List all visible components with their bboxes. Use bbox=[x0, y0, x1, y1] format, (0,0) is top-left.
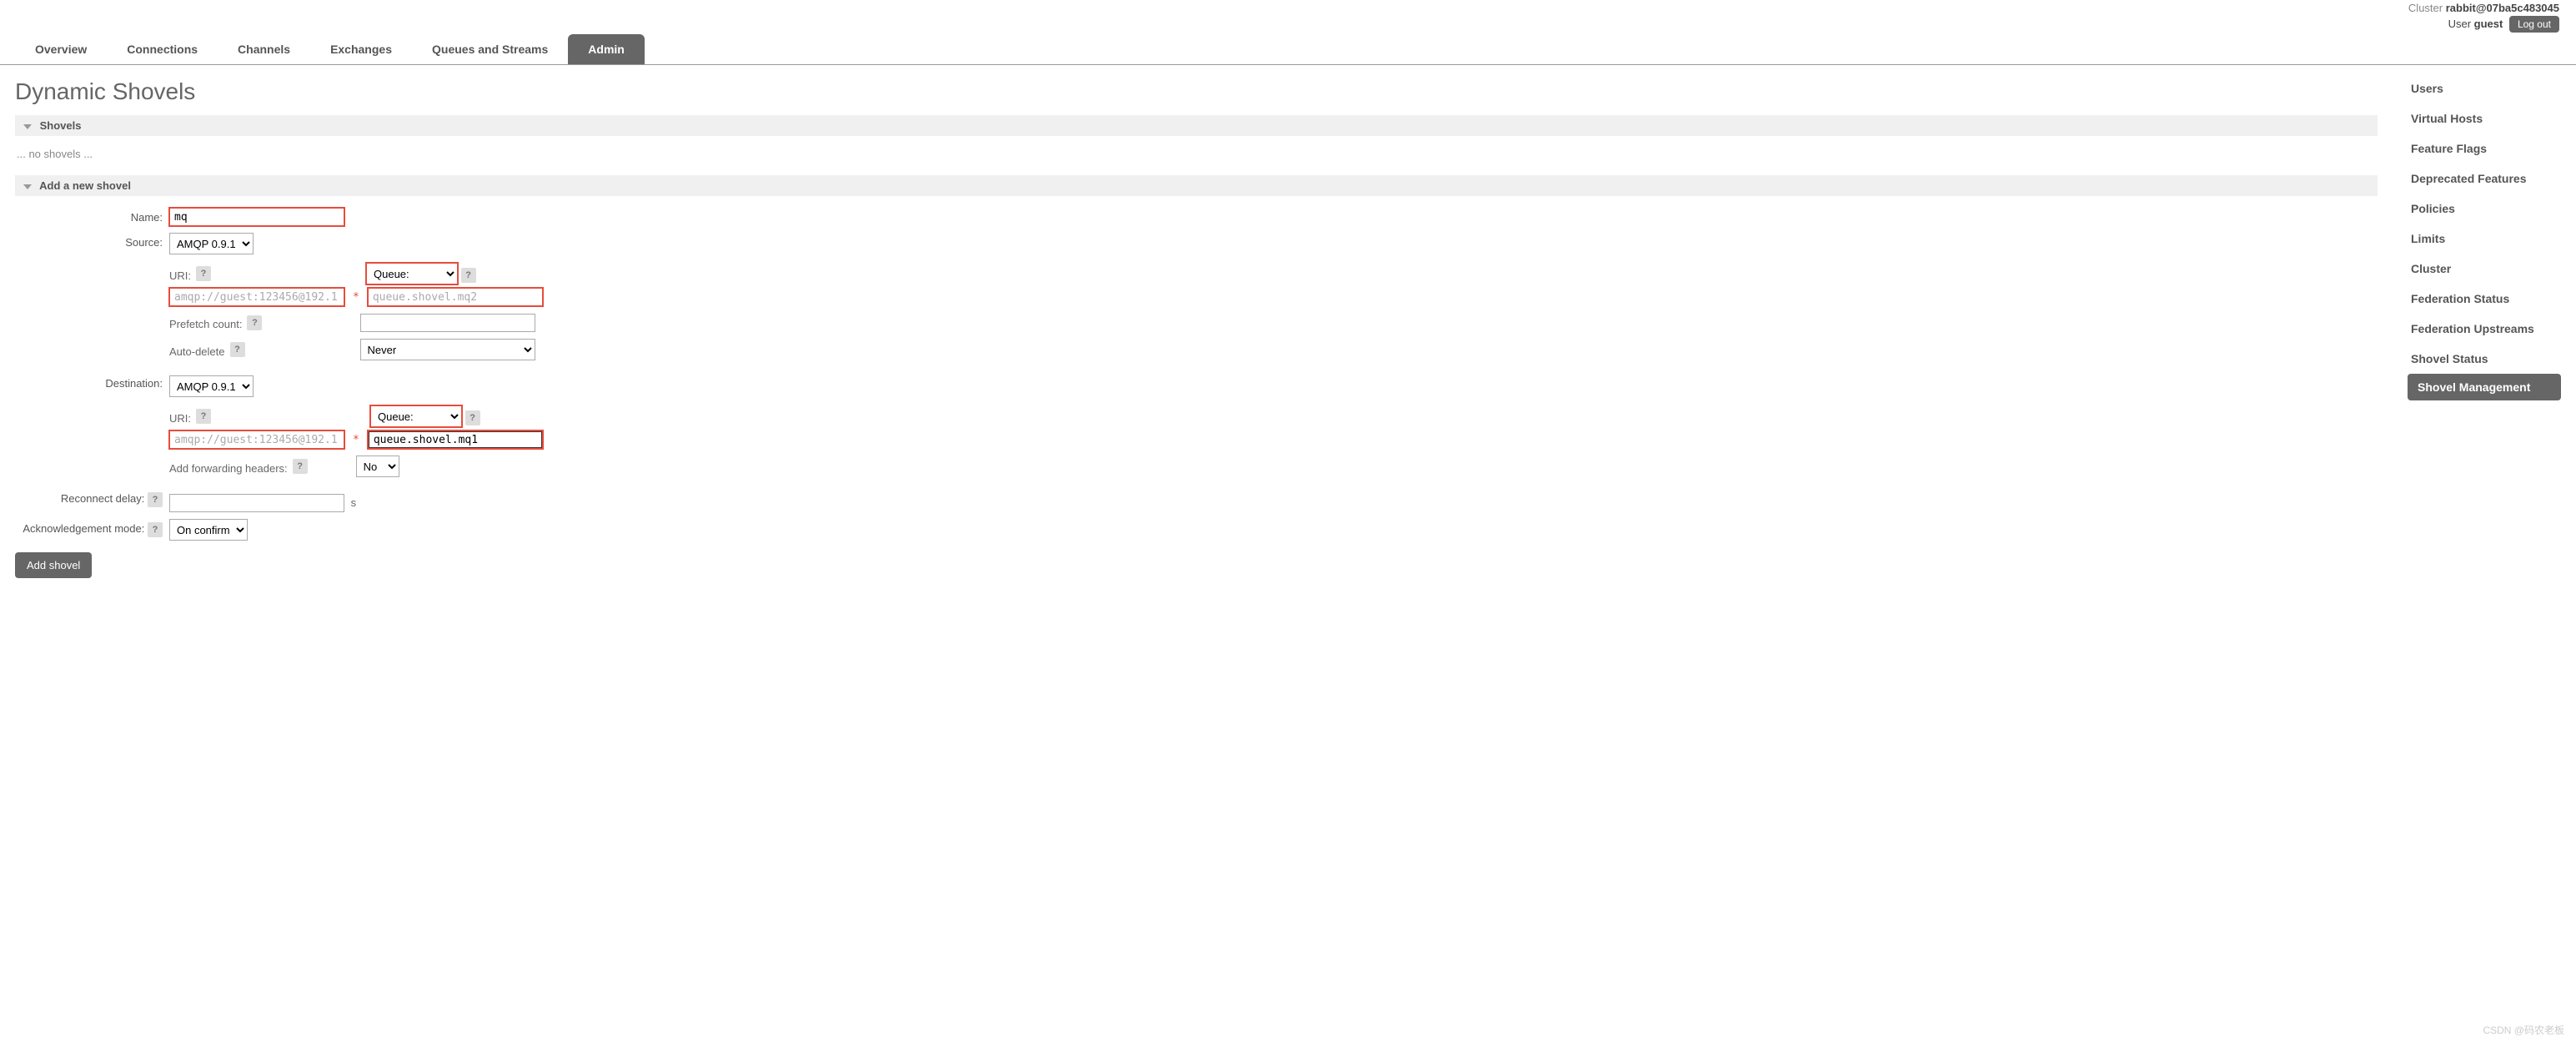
name-input[interactable] bbox=[169, 208, 344, 226]
help-icon[interactable]: ? bbox=[461, 268, 476, 283]
dest-protocol-select[interactable]: AMQP 0.9.1 bbox=[169, 375, 254, 397]
cluster-label: Cluster bbox=[2408, 2, 2443, 14]
ack-label: Acknowledgement mode: ? bbox=[15, 516, 169, 544]
reconnect-unit: s bbox=[351, 496, 357, 509]
help-icon[interactable]: ? bbox=[196, 409, 211, 424]
dest-uri-label: URI: bbox=[169, 407, 191, 426]
dest-target-input[interactable] bbox=[368, 430, 543, 449]
source-label: Source: bbox=[15, 229, 169, 367]
tab-queues[interactable]: Queues and Streams bbox=[412, 34, 568, 64]
user-line: User guest Log out bbox=[17, 16, 2559, 33]
prefetch-label: Prefetch count: bbox=[169, 313, 242, 332]
reconnect-label: Reconnect delay: ? bbox=[15, 484, 169, 516]
shovel-form: Name: Source: AMQP 0.9.1 URI: ? bbox=[15, 204, 548, 544]
tab-channels[interactable]: Channels bbox=[218, 34, 310, 64]
tab-admin[interactable]: Admin bbox=[568, 34, 645, 64]
sidebar-item-federation-upstreams[interactable]: Federation Upstreams bbox=[2408, 314, 2561, 344]
ack-select[interactable]: On confirm bbox=[169, 519, 248, 541]
page-title: Dynamic Shovels bbox=[15, 78, 2378, 105]
dest-target-type-select[interactable]: Queue: bbox=[370, 405, 462, 427]
watermark: CSDN @码农老板 bbox=[2483, 1023, 2564, 1037]
source-target-input[interactable] bbox=[368, 288, 543, 306]
sidebar-item-shovel-management[interactable]: Shovel Management bbox=[2408, 374, 2561, 400]
section-shovels[interactable]: Shovels bbox=[15, 115, 2378, 136]
mandatory-mark: * bbox=[349, 434, 363, 446]
help-icon[interactable]: ? bbox=[148, 522, 163, 537]
user-label: User bbox=[2448, 18, 2471, 30]
autodelete-select[interactable]: Never bbox=[360, 339, 535, 360]
chevron-down-icon bbox=[23, 184, 32, 189]
cluster-line: Cluster rabbit@07ba5c483045 bbox=[17, 2, 2559, 14]
cluster-name: rabbit@07ba5c483045 bbox=[2446, 2, 2559, 14]
source-uri-label: URI: bbox=[169, 264, 191, 284]
sidebar-item-vhosts[interactable]: Virtual Hosts bbox=[2408, 103, 2561, 133]
help-icon[interactable]: ? bbox=[148, 492, 163, 507]
sidebar-item-feature-flags[interactable]: Feature Flags bbox=[2408, 133, 2561, 164]
admin-sidebar: Users Virtual Hosts Feature Flags Deprec… bbox=[2393, 65, 2576, 409]
main-tabs: Overview Connections Channels Exchanges … bbox=[0, 34, 2576, 65]
dest-uri-input[interactable] bbox=[169, 430, 344, 449]
forward-label: Add forwarding headers: bbox=[169, 457, 288, 476]
source-uri-input[interactable] bbox=[169, 288, 344, 306]
dest-label: Destination: bbox=[15, 367, 169, 484]
sidebar-item-deprecated[interactable]: Deprecated Features bbox=[2408, 164, 2561, 194]
header-top: Cluster rabbit@07ba5c483045 User guest L… bbox=[0, 0, 2576, 34]
sidebar-item-policies[interactable]: Policies bbox=[2408, 194, 2561, 224]
help-icon[interactable]: ? bbox=[230, 342, 245, 357]
autodelete-label: Auto-delete bbox=[169, 340, 225, 360]
sidebar-item-shovel-status[interactable]: Shovel Status bbox=[2408, 344, 2561, 374]
prefetch-input[interactable] bbox=[360, 314, 535, 332]
source-target-type-select[interactable]: Queue: bbox=[366, 263, 458, 284]
chevron-down-icon bbox=[23, 124, 32, 129]
sidebar-item-federation-status[interactable]: Federation Status bbox=[2408, 284, 2561, 314]
help-icon[interactable]: ? bbox=[196, 266, 211, 281]
name-label: Name: bbox=[15, 204, 169, 229]
main-content: Dynamic Shovels Shovels ... no shovels .… bbox=[0, 65, 2393, 585]
sidebar-item-cluster[interactable]: Cluster bbox=[2408, 254, 2561, 284]
forward-select[interactable]: No bbox=[356, 456, 399, 477]
reconnect-input[interactable] bbox=[169, 494, 344, 512]
tab-connections[interactable]: Connections bbox=[107, 34, 218, 64]
section-add-label: Add a new shovel bbox=[39, 179, 131, 192]
help-icon[interactable]: ? bbox=[293, 459, 308, 474]
section-shovels-label: Shovels bbox=[40, 119, 82, 132]
tab-exchanges[interactable]: Exchanges bbox=[310, 34, 412, 64]
help-icon[interactable]: ? bbox=[247, 315, 262, 330]
tab-overview[interactable]: Overview bbox=[15, 34, 107, 64]
user-name: guest bbox=[2474, 18, 2503, 30]
no-shovels-text: ... no shovels ... bbox=[15, 144, 2378, 175]
sidebar-item-limits[interactable]: Limits bbox=[2408, 224, 2561, 254]
source-protocol-select[interactable]: AMQP 0.9.1 bbox=[169, 233, 254, 254]
sidebar-item-users[interactable]: Users bbox=[2408, 73, 2561, 103]
section-add-shovel[interactable]: Add a new shovel bbox=[15, 175, 2378, 196]
help-icon[interactable]: ? bbox=[465, 410, 480, 425]
logout-button[interactable]: Log out bbox=[2509, 16, 2559, 33]
mandatory-mark: * bbox=[349, 291, 363, 304]
add-shovel-button[interactable]: Add shovel bbox=[15, 552, 92, 578]
